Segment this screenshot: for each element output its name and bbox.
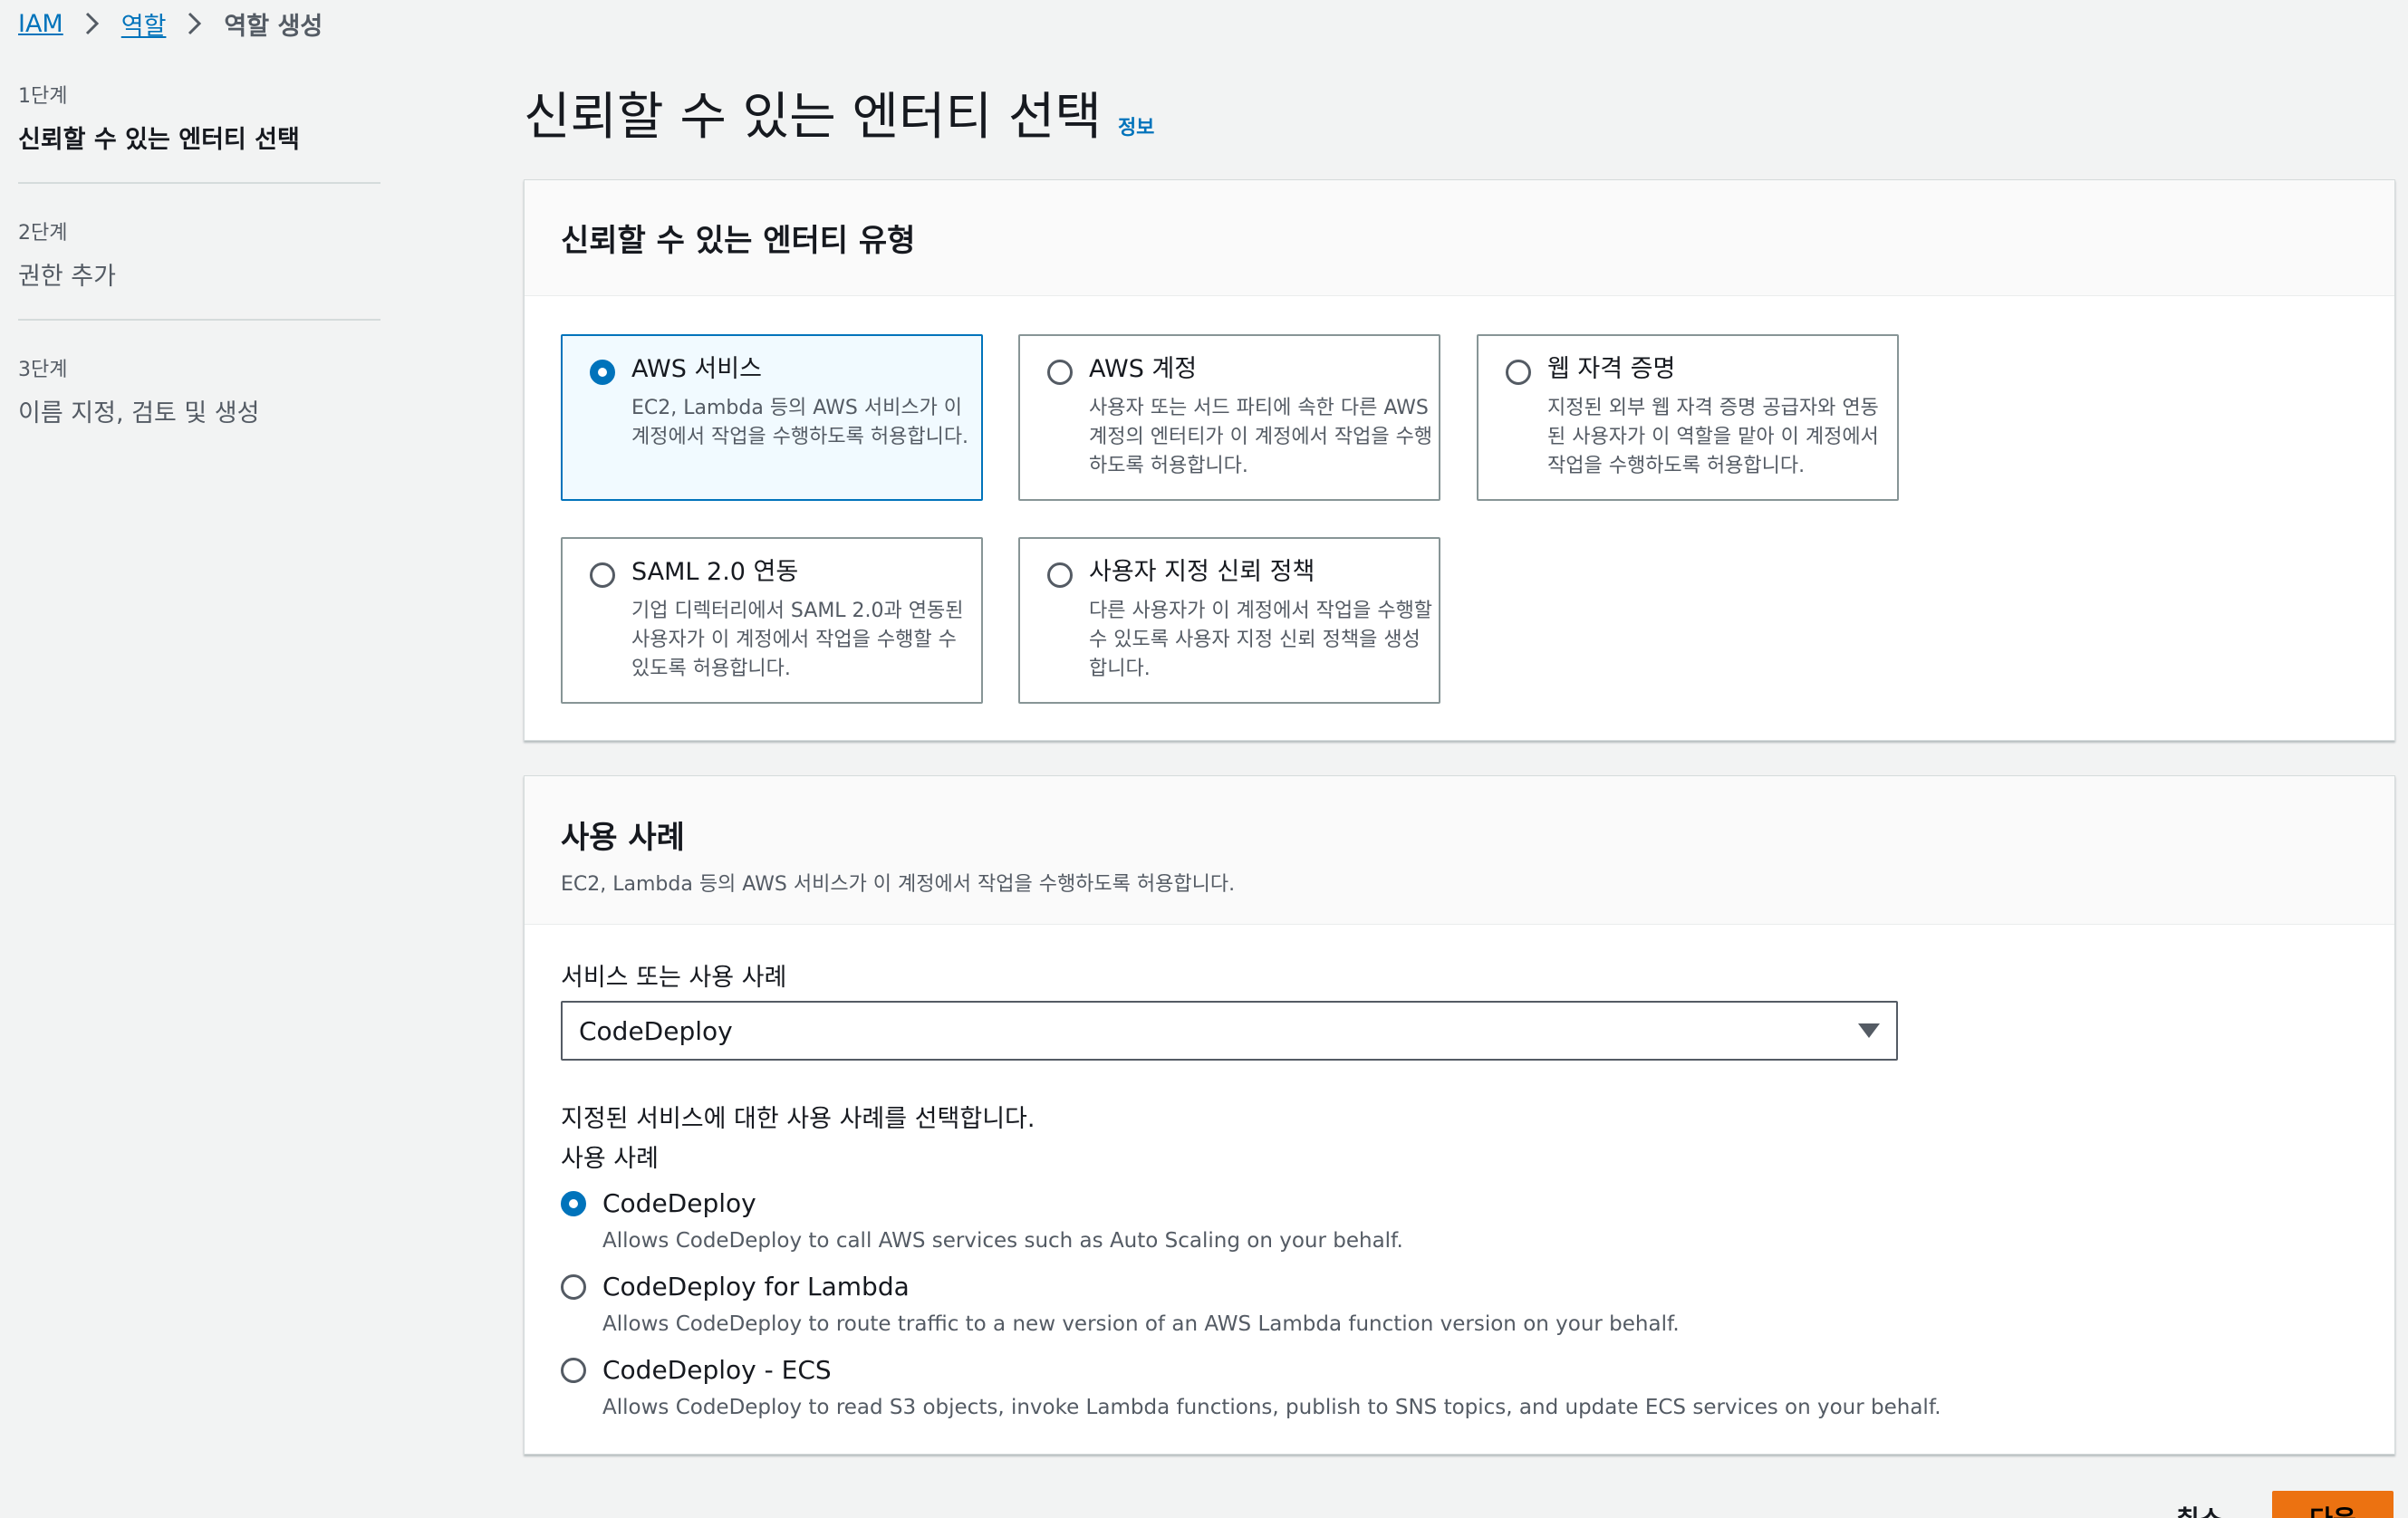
radio-button[interactable] — [590, 562, 615, 588]
option-description: 다른 사용자가 이 계정에서 작업을 수행할 수 있도록 사용자 지정 신뢰 정… — [1089, 600, 1433, 680]
option-description: Allows CodeDeploy to route traffic to a … — [602, 1312, 1680, 1336]
step-title: 권한 추가 — [18, 263, 116, 291]
caret-down-icon — [1858, 1023, 1880, 1038]
option-title: 사용자 지정 신뢰 정책 — [1089, 558, 1315, 586]
radio-button[interactable] — [1047, 562, 1073, 588]
breadcrumb-roles-link[interactable]: 역할 — [121, 6, 167, 42]
page-title: 신뢰할 수 있는 엔터티 선택 — [524, 88, 1102, 147]
entity-option-aws-service[interactable]: AWS 서비스 EC2, Lambda 등의 AWS 서비스가 이 계정에서 작… — [561, 334, 983, 501]
panel-heading: 사용 사례 — [561, 820, 685, 856]
wizard-steps: 1단계 신뢰할 수 있는 엔터티 선택 2단계 권한 추가 3단계 이름 지정,… — [18, 74, 380, 483]
breadcrumb-current: 역할 생성 — [224, 12, 323, 41]
option-title: CodeDeploy — [602, 1188, 756, 1218]
step-2: 2단계 권한 추가 — [18, 211, 380, 321]
panel-subtitle: EC2, Lambda 등의 AWS 서비스가 이 계정에서 작업을 수행하도록… — [561, 873, 1236, 896]
radio-button[interactable] — [561, 1191, 586, 1216]
radio-button[interactable] — [561, 1358, 586, 1383]
radio-button[interactable] — [1047, 360, 1073, 385]
option-description: 사용자 또는 서드 파티에 속한 다른 AWS 계정의 엔터티가 이 계정에서 … — [1089, 397, 1433, 477]
entity-option-saml[interactable]: SAML 2.0 연동 기업 디렉터리에서 SAML 2.0과 연동된 사용자가… — [561, 537, 983, 704]
option-description: 지정된 외부 웹 자격 증명 공급자와 연동된 사용자가 이 역할을 맡아 이 … — [1547, 397, 1879, 477]
step-number: 3단계 — [18, 359, 68, 381]
radio-button[interactable] — [561, 1274, 586, 1300]
radio-button[interactable] — [1506, 360, 1531, 385]
entity-option-aws-account[interactable]: AWS 계정 사용자 또는 서드 파티에 속한 다른 AWS 계정의 엔터티가 … — [1018, 334, 1440, 501]
breadcrumb: IAM 역할 역할 생성 — [18, 4, 323, 43]
next-button[interactable]: 다음 — [2272, 1491, 2394, 1518]
option-title: SAML 2.0 연동 — [631, 558, 799, 586]
option-title: CodeDeploy for Lambda — [602, 1272, 910, 1302]
step-3: 3단계 이름 지정, 검토 및 생성 — [18, 348, 380, 456]
usecase-option-codedeploy[interactable]: CodeDeploy Allows CodeDeploy to call AWS… — [561, 1187, 1403, 1253]
step-1: 1단계 신뢰할 수 있는 엔터티 선택 — [18, 74, 380, 184]
option-description: 기업 디렉터리에서 SAML 2.0과 연동된 사용자가 이 계정에서 작업을 … — [631, 600, 964, 680]
option-description: EC2, Lambda 등의 AWS 서비스가 이 계정에서 작업을 수행하도록… — [631, 397, 969, 448]
option-title: AWS 계정 — [1089, 355, 1198, 383]
radio-button[interactable] — [590, 360, 615, 385]
usecase-option-codedeploy-ecs[interactable]: CodeDeploy - ECS Allows CodeDeploy to re… — [561, 1354, 1941, 1419]
next-button-label: 다음 — [2309, 1500, 2356, 1518]
step-number: 1단계 — [18, 85, 68, 108]
panel-header: 사용 사례 EC2, Lambda 등의 AWS 서비스가 이 계정에서 작업을… — [525, 776, 2394, 925]
trusted-entity-panel: 신뢰할 수 있는 엔터티 유형 AWS 서비스 EC2, Lambda 등의 A… — [524, 179, 2395, 741]
step-title: 이름 지정, 검토 및 생성 — [18, 399, 260, 428]
step-title: 신뢰할 수 있는 엔터티 선택 — [18, 126, 300, 154]
option-description: Allows CodeDeploy to call AWS services s… — [602, 1229, 1403, 1253]
option-description: Allows CodeDeploy to read S3 objects, in… — [602, 1396, 1941, 1419]
chevron-right-icon — [63, 4, 121, 43]
choose-usecase-label: 지정된 서비스에 대한 사용 사례를 선택합니다. — [561, 1105, 1035, 1133]
panel-header: 신뢰할 수 있는 엔터티 유형 — [525, 180, 2394, 296]
page-header: 신뢰할 수 있는 엔터티 선택 정보 — [524, 76, 1154, 149]
option-title: AWS 서비스 — [631, 355, 762, 383]
step-number: 2단계 — [18, 222, 68, 245]
entity-option-web-identity[interactable]: 웹 자격 증명 지정된 외부 웹 자격 증명 공급자와 연동된 사용자가 이 역… — [1477, 334, 1899, 501]
service-select[interactable]: CodeDeploy — [561, 1001, 1898, 1061]
option-title: CodeDeploy - ECS — [602, 1355, 832, 1385]
breadcrumb-iam-link[interactable]: IAM — [18, 10, 63, 38]
panel-heading: 신뢰할 수 있는 엔터티 유형 — [561, 223, 916, 259]
service-select-value: CodeDeploy — [579, 1015, 733, 1046]
use-case-panel: 사용 사례 EC2, Lambda 등의 AWS 서비스가 이 계정에서 작업을… — [524, 775, 2395, 1455]
chevron-right-icon — [166, 4, 224, 43]
cancel-button[interactable]: 취소 — [2176, 1500, 2223, 1518]
service-label: 서비스 또는 사용 사례 — [561, 964, 787, 992]
usecase-option-codedeploy-lambda[interactable]: CodeDeploy for Lambda Allows CodeDeploy … — [561, 1271, 1680, 1336]
entity-option-custom-trust-policy[interactable]: 사용자 지정 신뢰 정책 다른 사용자가 이 계정에서 작업을 수행할 수 있도… — [1018, 537, 1440, 704]
usecase-label: 사용 사례 — [561, 1145, 659, 1173]
info-link[interactable]: 정보 — [1118, 111, 1154, 140]
option-title: 웹 자격 증명 — [1547, 355, 1676, 383]
